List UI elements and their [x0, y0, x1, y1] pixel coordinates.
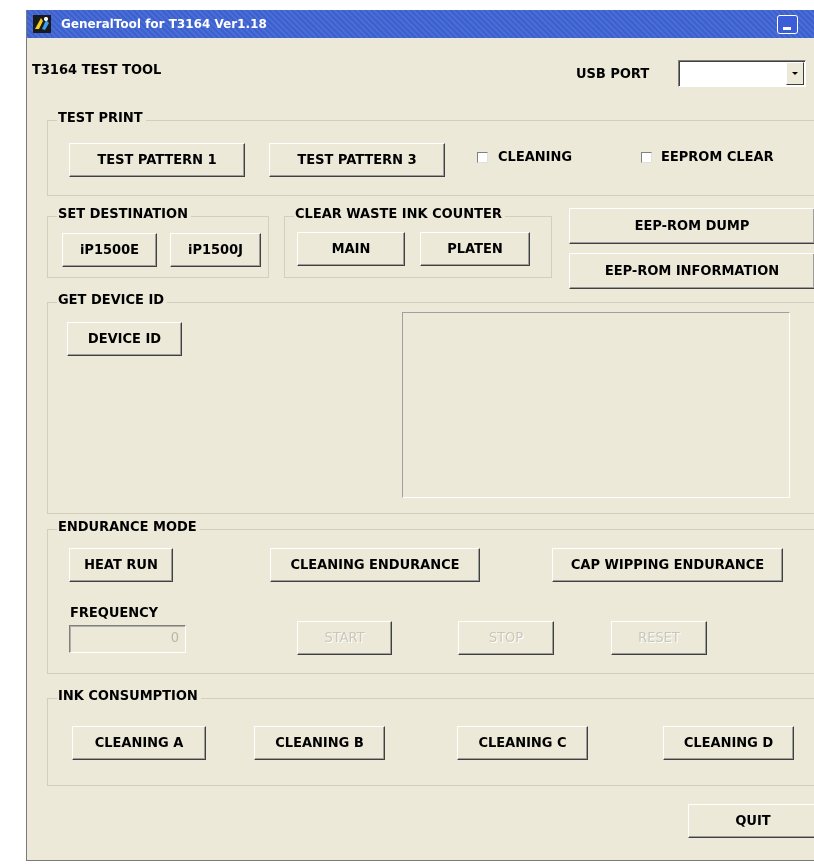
- clear-waste-ink-label: CLEAR WASTE INK COUNTER: [294, 207, 505, 223]
- cleaning-checkbox[interactable]: [477, 152, 488, 163]
- usb-port-label: USB PORT: [576, 67, 650, 82]
- set-destination-label: SET DESTINATION: [57, 207, 191, 223]
- quit-button[interactable]: QUIT: [688, 804, 814, 838]
- eeprom-clear-checkbox-label: EEPROM CLEAR: [661, 150, 774, 165]
- stop-button[interactable]: STOP: [458, 621, 554, 655]
- cleaning-c-button[interactable]: CLEANING C: [457, 726, 588, 760]
- frequency-label: FREQUENCY: [70, 606, 159, 621]
- eeprom-clear-checkbox[interactable]: [641, 152, 652, 163]
- minimize-button[interactable]: [777, 15, 798, 34]
- usb-port-select[interactable]: [678, 60, 806, 87]
- app-icon: [33, 15, 51, 33]
- platen-button[interactable]: PLATEN: [420, 232, 530, 266]
- start-button[interactable]: START: [297, 621, 392, 655]
- tool-title: T3164 TEST TOOL: [32, 63, 162, 78]
- cleaning-endurance-button[interactable]: CLEANING ENDURANCE: [270, 548, 480, 582]
- endurance-mode-label: ENDURANCE MODE: [57, 520, 200, 536]
- title-bar[interactable]: GeneralTool for T3164 Ver1.18: [27, 10, 814, 38]
- ink-consumption-label: INK CONSUMPTION: [57, 689, 201, 705]
- cleaning-a-button[interactable]: CLEANING A: [72, 726, 206, 760]
- main-button[interactable]: MAIN: [297, 232, 405, 266]
- eeprom-dump-button[interactable]: EEP-ROM DUMP: [569, 208, 814, 244]
- test-print-label: TEST PRINT: [57, 111, 146, 127]
- test-pattern-3-button[interactable]: TEST PATTERN 3: [269, 143, 445, 177]
- chevron-down-icon[interactable]: [786, 62, 804, 85]
- device-id-button[interactable]: DEVICE ID: [67, 322, 182, 356]
- window-title: GeneralTool for T3164 Ver1.18: [61, 17, 267, 31]
- app-window: GeneralTool for T3164 Ver1.18 T3164 TEST…: [26, 10, 814, 861]
- cap-wipping-endurance-button[interactable]: CAP WIPPING ENDURANCE: [552, 548, 783, 582]
- reset-button[interactable]: RESET: [611, 621, 707, 655]
- frequency-input[interactable]: 0: [69, 625, 186, 653]
- ip1500j-button[interactable]: iP1500J: [170, 233, 261, 267]
- test-pattern-1-button[interactable]: TEST PATTERN 1: [69, 143, 245, 177]
- cleaning-b-button[interactable]: CLEANING B: [254, 726, 385, 760]
- cleaning-checkbox-label: CLEANING: [498, 150, 573, 165]
- cleaning-d-button[interactable]: CLEANING D: [663, 726, 794, 760]
- eeprom-information-button[interactable]: EEP-ROM INFORMATION: [569, 253, 814, 289]
- ip1500e-button[interactable]: iP1500E: [62, 233, 157, 267]
- heat-run-button[interactable]: HEAT RUN: [69, 548, 173, 582]
- get-device-id-label: GET DEVICE ID: [57, 293, 168, 309]
- device-id-output: [402, 312, 790, 498]
